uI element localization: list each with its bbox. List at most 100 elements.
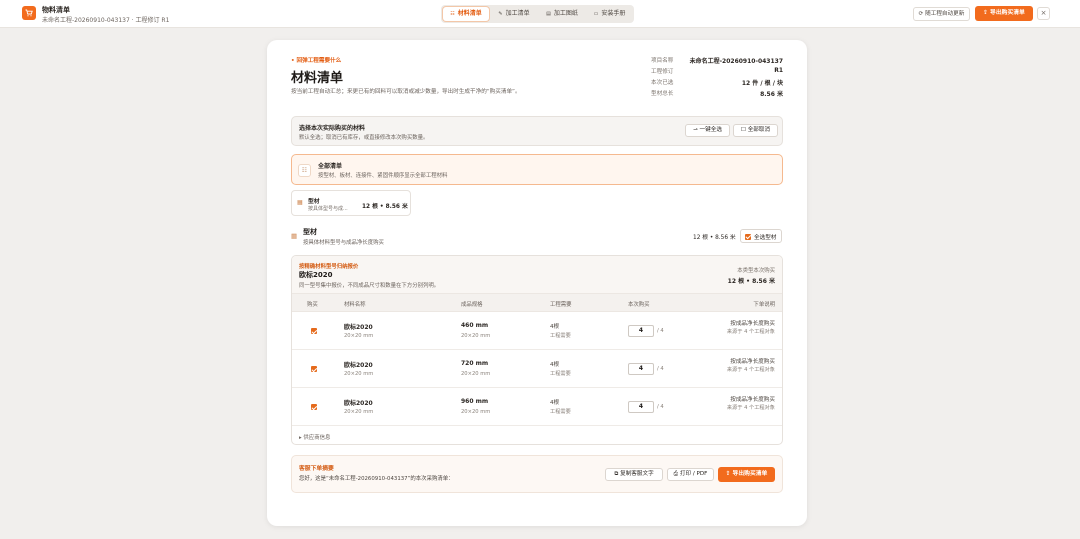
clear-all-button[interactable]: ☐ 全部取消 [733,124,778,137]
section-description: 按具体材料型号与成品净长度购买 [303,240,384,246]
section-title: 型材 [303,228,317,236]
pencil-icon: ✎ [498,11,503,17]
info-label-length: 型材总长 [651,91,674,97]
tab-materials[interactable]: ☷ 材料清单 [443,7,489,21]
row-checkbox[interactable] [311,328,317,334]
row-length-sub: 20×20 mm [461,409,491,415]
category-card-profile[interactable]: ▦ 型材 按具体型号与成... 12 根 • 8.56 米 [291,190,411,216]
table-row: 欧标2020 20×20 mm 720 mm 20×20 mm 4根 工程需要 … [292,350,782,388]
row-qty-total: / 4 [657,366,664,372]
grid-icon: ☷ [298,164,311,177]
row-spec: 20×20 mm [344,409,374,415]
cs-description: 您好，这是“未命名工程-20260910-043137”的本次采购清单： [299,476,454,482]
materials-card: • 回弹工程需要什么 材料清单 按当前工程自动汇总；来更已有的回料可以取消或减少… [267,40,807,526]
export-list-button[interactable]: ⇪ 导出购买清单 [718,467,775,482]
row-need: 4根 [550,324,560,330]
tab-manual[interactable]: ▭ 安装手册 [587,7,632,21]
page-title: 材料清单 [291,71,344,86]
auto-update-button[interactable]: ⟳ 随工程自动更新 [913,7,970,21]
row-need-sub: 工程需要 [550,409,571,415]
tab-processing[interactable]: ✎ 加工清单 [491,7,537,21]
column-header: 下单说明 [753,302,775,308]
row-qty-total: / 4 [657,328,664,334]
category-card-value: 12 根 • 8.56 米 [362,204,408,210]
material-group: 按精确材料型号归纳报价 欧标2020 同一型号集中报价，不同成品尺寸和数量在下方… [291,255,783,445]
group-total-label: 本类型本次购买 [737,268,775,274]
quantity-input[interactable]: 4 [628,401,654,413]
all-list-description: 按型材、板材、连接件、紧固件顺序显示全部工程材料 [318,173,448,179]
row-note-sub: 来源于 4 个工程对象 [726,367,775,373]
info-value-selected: 12 件 / 根 / 块 [741,80,783,87]
info-value-revision: R1 [774,67,783,74]
category-card-title: 型材 [308,199,320,205]
select-all-profile-button[interactable]: 全选型材 [740,229,782,243]
all-list-option[interactable]: ☷ 全部清单 按型材、板材、连接件、紧固件顺序显示全部工程材料 [291,154,783,185]
group-total-value: 12 根 • 8.56 米 [727,278,775,285]
info-label-selected: 本次已选 [651,80,674,86]
checkbox-empty-icon: ☐ [740,127,748,133]
page-description: 按当前工程自动汇总；来更已有的回料可以取消或减少数量，导出时生成干净的“购买清单… [291,89,521,95]
column-header: 成品规格 [461,302,483,308]
row-name: 欧标2020 [344,362,373,369]
tab-drawings[interactable]: ▤ 加工图纸 [539,7,585,21]
row-length: 460 mm [461,322,489,329]
info-label-revision: 工程修订 [651,69,674,75]
row-spec: 20×20 mm [344,371,374,377]
print-button[interactable]: ⎙ 打印 / PDF [667,468,714,481]
section-value: 12 根 • 8.56 米 [693,235,736,241]
row-length-sub: 20×20 mm [461,371,491,377]
row-checkbox[interactable] [311,404,317,410]
category-card-description: 按具体型号与成... [308,206,348,212]
group-description: 同一型号集中报价，不同成品尺寸和数量在下方分别列明。 [299,283,440,289]
selection-title: 选择本次实际购买的材料 [299,125,366,132]
row-note: 按成品净长度购买 [730,321,775,327]
list-icon: ☷ [450,11,455,17]
tab-bar: ☷ 材料清单 ✎ 加工清单 ▤ 加工图纸 ▭ 安装手册 [441,5,634,23]
row-name: 欧标2020 [344,400,373,407]
app-subtitle: 未命名工程-20260910-043137 · 工程修订 R1 [42,17,170,24]
quantity-input[interactable]: 4 [628,363,654,375]
quantity-input[interactable]: 4 [628,325,654,337]
customer-service-panel: 客服下单摘要 您好，这是“未命名工程-20260910-043137”的本次采购… [291,455,783,493]
top-bar: 物料清单 未命名工程-20260910-043137 · 工程修订 R1 ☷ 材料… [0,0,1080,28]
drawing-icon: ▤ [546,11,551,17]
row-note-sub: 来源于 4 个工程对象 [726,329,775,335]
close-icon: × [1040,9,1047,17]
profile-icon: ▦ [297,199,303,206]
app-title: 物料清单 [42,6,70,14]
export-icon: ⇪ [725,471,733,477]
column-header: 购买 [307,302,318,308]
group-tag: 按精确材料型号归纳报价 [299,264,359,270]
close-button[interactable]: × [1037,7,1050,20]
info-label-project: 项目名称 [651,58,674,64]
row-checkbox[interactable] [311,366,317,372]
row-need: 4根 [550,400,560,406]
table-row: 欧标2020 20×20 mm 460 mm 20×20 mm 4根 工程需要 … [292,312,782,350]
row-note: 按成品净长度购买 [730,397,775,403]
all-list-title: 全部清单 [318,163,343,170]
column-header: 本次购买 [628,302,650,308]
select-all-button[interactable]: ⇀ 一键全选 [685,124,730,137]
row-spec: 20×20 mm [344,333,374,339]
row-note: 按成品净长度购买 [730,359,775,365]
row-length: 960 mm [461,398,489,405]
profile-icon: ▦ [291,232,298,240]
row-need: 4根 [550,362,560,368]
copy-text-button[interactable]: ⧉ 复制客服文字 [605,468,663,481]
row-qty-total: / 4 [657,404,664,410]
row-need-sub: 工程需要 [550,371,571,377]
checkbox-checked-icon[interactable] [745,233,751,240]
table-header: 购买 材料名称 成品规格 工程需要 本次购买 下单说明 [292,294,782,312]
group-header: 按精确材料型号归纳报价 欧标2020 同一型号集中报价，不同成品尺寸和数量在下方… [292,256,782,294]
selection-description: 默认全选；取消已有库存，或直接修改本次购买数量。 [299,135,429,141]
supplier-info-toggle[interactable]: ▸ 供应商信息 [299,433,330,441]
book-icon: ▭ [593,11,599,17]
row-name: 欧标2020 [344,324,373,331]
row-note-sub: 来源于 4 个工程对象 [726,405,775,411]
column-header: 工程需要 [550,302,572,308]
export-top-button[interactable]: ⇪ 导出购买清单 [975,6,1033,21]
cs-title: 客服下单摘要 [299,466,334,472]
back-link[interactable]: • 回弹工程需要什么 [291,56,341,64]
selection-panel: 选择本次实际购买的材料 默认全选；取消已有库存，或直接修改本次购买数量。 ⇀ 一… [291,116,783,146]
info-value-project: 未命名工程-20260910-043137 [689,58,783,65]
